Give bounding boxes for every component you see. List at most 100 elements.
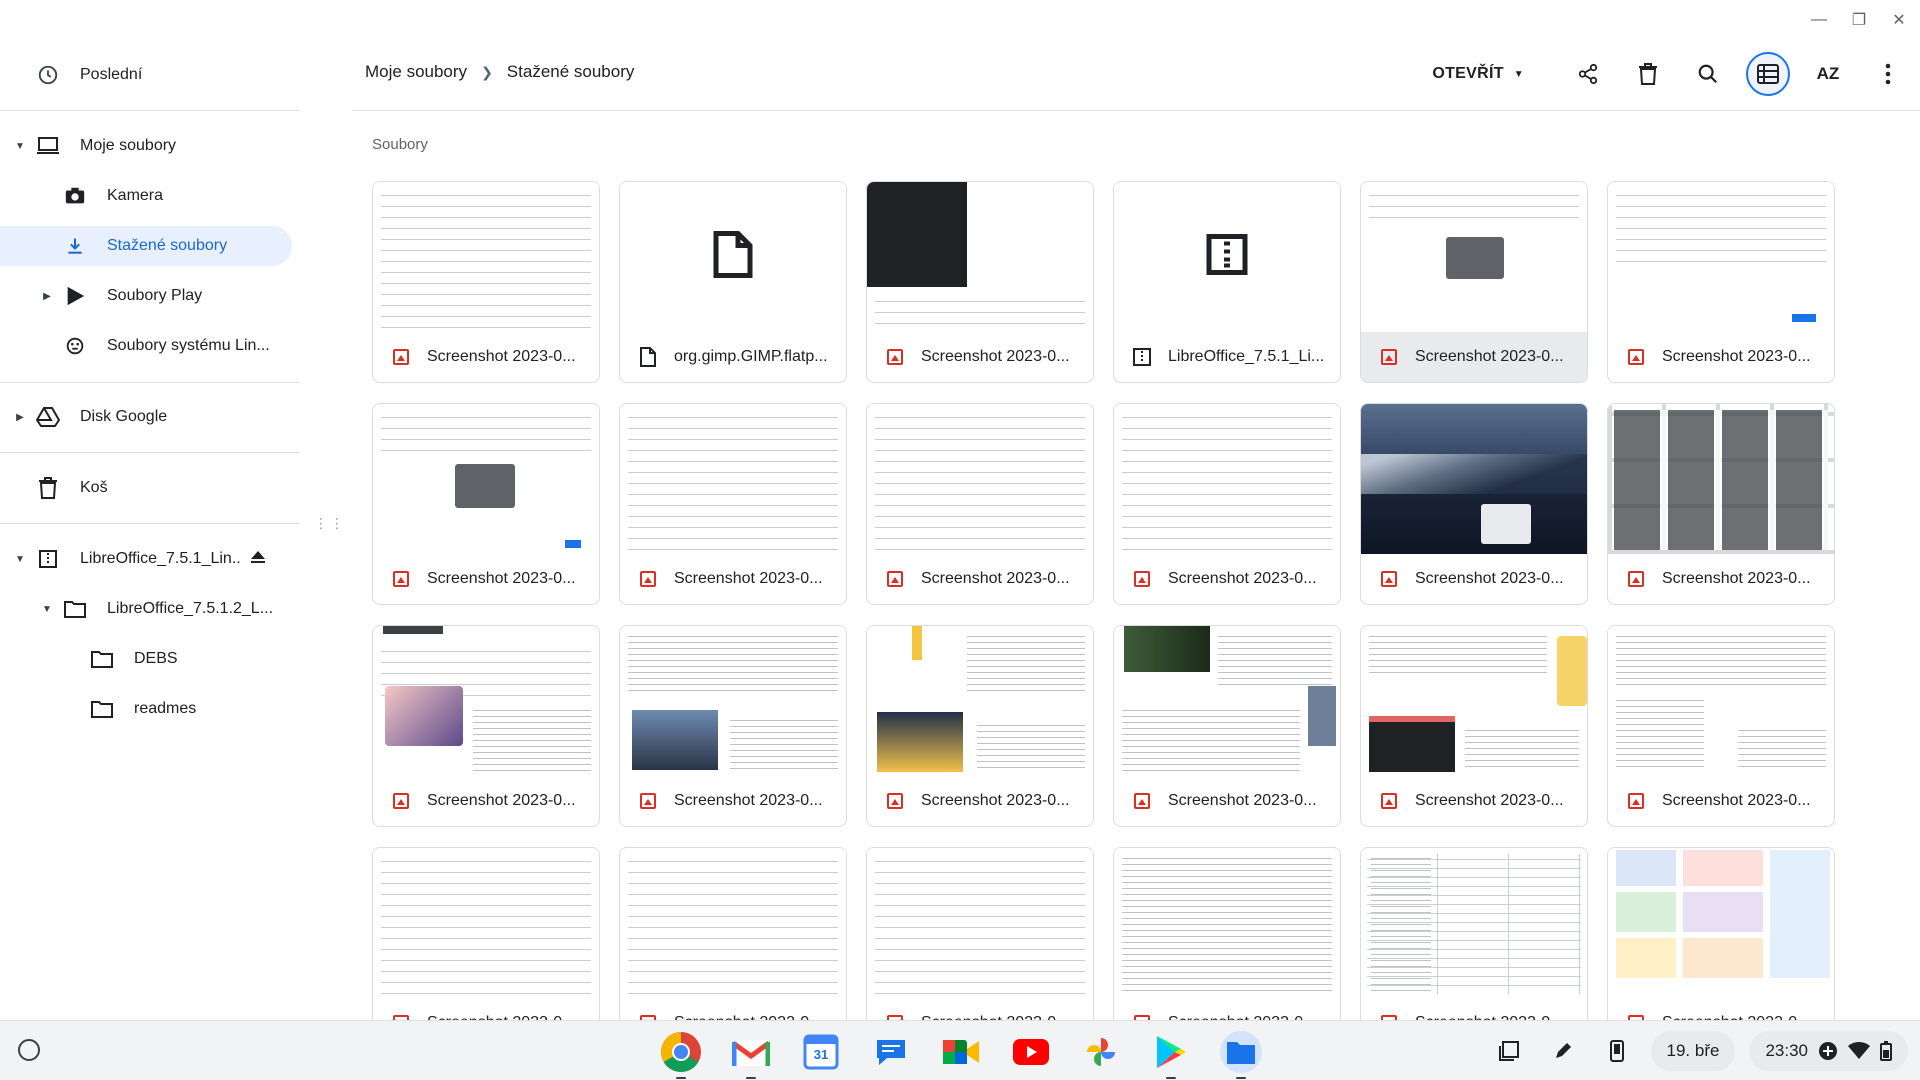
delete-button[interactable] [1626, 52, 1670, 96]
battery-icon [1880, 1041, 1892, 1061]
sidebar-item-recent[interactable]: Poslední [0, 55, 142, 95]
sort-button[interactable]: AZ [1806, 52, 1850, 96]
file-thumbnail [620, 404, 846, 554]
sidebar-item-play-files[interactable]: ▶ Soubory Play [0, 276, 202, 316]
image-file-icon [1132, 791, 1152, 811]
file-tile[interactable]: Screenshot 2023-0... [372, 181, 600, 383]
file-thumbnail [867, 404, 1093, 554]
file-thumbnail [867, 848, 1093, 998]
sidebar-item-my-files[interactable]: ▼ Moje soubory [0, 126, 176, 166]
expand-arrow-icon[interactable]: ▶ [13, 412, 27, 423]
launcher-button[interactable] [18, 1039, 40, 1061]
image-file-icon [885, 569, 905, 589]
sidebar-item-google-drive[interactable]: ▶ Disk Google [0, 397, 167, 437]
open-button[interactable]: OTEVŘÍT ▼ [1432, 65, 1524, 83]
chevron-right-icon: ❯ [481, 63, 493, 80]
youtube-icon[interactable] [1010, 1031, 1052, 1073]
file-name: Screenshot 2023-0... [921, 570, 1070, 587]
file-tile[interactable]: Screenshot 2023-0... [372, 847, 600, 1021]
file-tile[interactable]: Screenshot 2023-0... [1607, 847, 1835, 1021]
file-tile[interactable]: Screenshot 2023-0... [372, 403, 600, 605]
file-label: Screenshot 2023-0... [867, 554, 1093, 604]
file-thumbnail [373, 404, 599, 554]
collapse-arrow-icon[interactable]: ▼ [13, 554, 27, 565]
sidebar-item-camera[interactable]: Kamera [0, 176, 163, 216]
download-icon [63, 234, 87, 258]
system-tray-pill[interactable]: 23:30 [1749, 1031, 1908, 1071]
sidebar-item-mounted-folder[interactable]: ▼ LibreOffice_7.5.1.2_L... [0, 589, 273, 629]
file-tile[interactable]: Screenshot 2023-0... [866, 625, 1094, 827]
file-tile[interactable]: Screenshot 2023-0... [1607, 181, 1835, 383]
file-thumbnail [1608, 182, 1834, 332]
restore-icon[interactable]: ❐ [1848, 8, 1870, 32]
file-tile[interactable]: Screenshot 2023-0... [372, 625, 600, 827]
sidebar-item-debs[interactable]: DEBS [0, 639, 178, 679]
chrome-icon[interactable] [660, 1031, 702, 1079]
file-label: Screenshot 2023-0... [620, 776, 846, 826]
sidebar-item-downloads[interactable]: Stažené soubory [0, 226, 292, 266]
file-tile[interactable]: Screenshot 2023-0... [1113, 847, 1341, 1021]
list-view-button[interactable] [1746, 52, 1790, 96]
file-tile[interactable]: Screenshot 2023-0... [866, 847, 1094, 1021]
sort-label: AZ [1816, 64, 1840, 83]
play-store-icon[interactable] [1150, 1031, 1192, 1079]
messages-icon[interactable] [870, 1031, 912, 1073]
pen-icon [1555, 1043, 1571, 1058]
sidebar-item-trash[interactable]: Koš [0, 468, 108, 508]
share-button[interactable] [1566, 52, 1610, 96]
file-tile[interactable]: Screenshot 2023-0... [1113, 625, 1341, 827]
file-tile[interactable]: Screenshot 2023-0... [1607, 403, 1835, 605]
breadcrumb-root[interactable]: Moje soubory [365, 62, 467, 82]
dropdown-arrow-icon: ▼ [1513, 68, 1524, 80]
clock-icon [36, 63, 60, 87]
calendar-icon[interactable]: 31 [800, 1031, 842, 1073]
file-tile[interactable]: org.gimp.GIMP.flatp... [619, 181, 847, 383]
file-tile[interactable]: Screenshot 2023-0... [866, 403, 1094, 605]
stylus-button[interactable] [1543, 1031, 1583, 1071]
file-thumbnail [1114, 182, 1340, 332]
breadcrumb-current[interactable]: Stažené soubory [507, 62, 635, 82]
file-label: Screenshot 2023-0... [620, 998, 846, 1021]
file-tile[interactable]: LibreOffice_7.5.1_Li... [1113, 181, 1341, 383]
file-tile[interactable]: Screenshot 2023-0... [1360, 847, 1588, 1021]
sidebar-item-linux-files[interactable]: Soubory systému Lin... [0, 326, 270, 366]
file-tile[interactable]: Screenshot 2023-0... [1607, 625, 1835, 827]
file-thumbnail [1361, 404, 1587, 554]
sidebar-item-readmes[interactable]: readmes [0, 689, 196, 729]
sidebar: Poslední ▼ Moje soubory Kamera Stažené s… [0, 0, 300, 1020]
holding-space-button[interactable] [1489, 1031, 1529, 1071]
collapse-arrow-icon[interactable]: ▼ [13, 141, 27, 152]
file-label: Screenshot 2023-0... [867, 776, 1093, 826]
file-tile[interactable]: Screenshot 2023-0... [619, 847, 847, 1021]
file-tile[interactable]: Screenshot 2023-0... [1360, 181, 1588, 383]
file-tile[interactable]: Screenshot 2023-0... [619, 625, 847, 827]
date-pill[interactable]: 19. bře [1650, 1031, 1736, 1071]
files-icon[interactable] [1220, 1031, 1262, 1079]
photos-icon[interactable] [1080, 1031, 1122, 1073]
file-tile[interactable]: Screenshot 2023-0... [1113, 403, 1341, 605]
image-file-icon [638, 791, 658, 811]
sidebar-resize-handle[interactable]: ⋮⋮ [314, 516, 346, 530]
wifi-icon [1848, 1042, 1870, 1059]
meet-icon[interactable] [940, 1031, 982, 1073]
file-name: Screenshot 2023-0... [1662, 570, 1811, 587]
close-icon[interactable]: ✕ [1888, 8, 1910, 32]
phone-hub-button[interactable] [1597, 1031, 1637, 1071]
file-thumbnail [620, 848, 846, 998]
eject-icon[interactable] [250, 549, 266, 570]
gmail-icon[interactable] [730, 1031, 772, 1079]
file-tile[interactable]: Screenshot 2023-0... [866, 181, 1094, 383]
sidebar-item-mounted-image[interactable]: ▼ LibreOffice_7.5.1_Lin... [0, 539, 300, 579]
sidebar-item-label: Disk Google [80, 408, 168, 425]
file-tile[interactable]: Screenshot 2023-0... [1360, 403, 1588, 605]
image-file-icon [638, 569, 658, 589]
search-button[interactable] [1686, 52, 1730, 96]
sidebar-item-label: DEBS [134, 650, 178, 667]
minimize-icon[interactable]: — [1808, 8, 1830, 32]
collapse-arrow-icon[interactable]: ▼ [40, 604, 54, 615]
expand-arrow-icon[interactable]: ▶ [40, 291, 54, 302]
file-label: Screenshot 2023-0... [1361, 554, 1587, 604]
more-options-button[interactable] [1866, 52, 1910, 96]
file-tile[interactable]: Screenshot 2023-0... [619, 403, 847, 605]
file-tile[interactable]: Screenshot 2023-0... [1360, 625, 1588, 827]
